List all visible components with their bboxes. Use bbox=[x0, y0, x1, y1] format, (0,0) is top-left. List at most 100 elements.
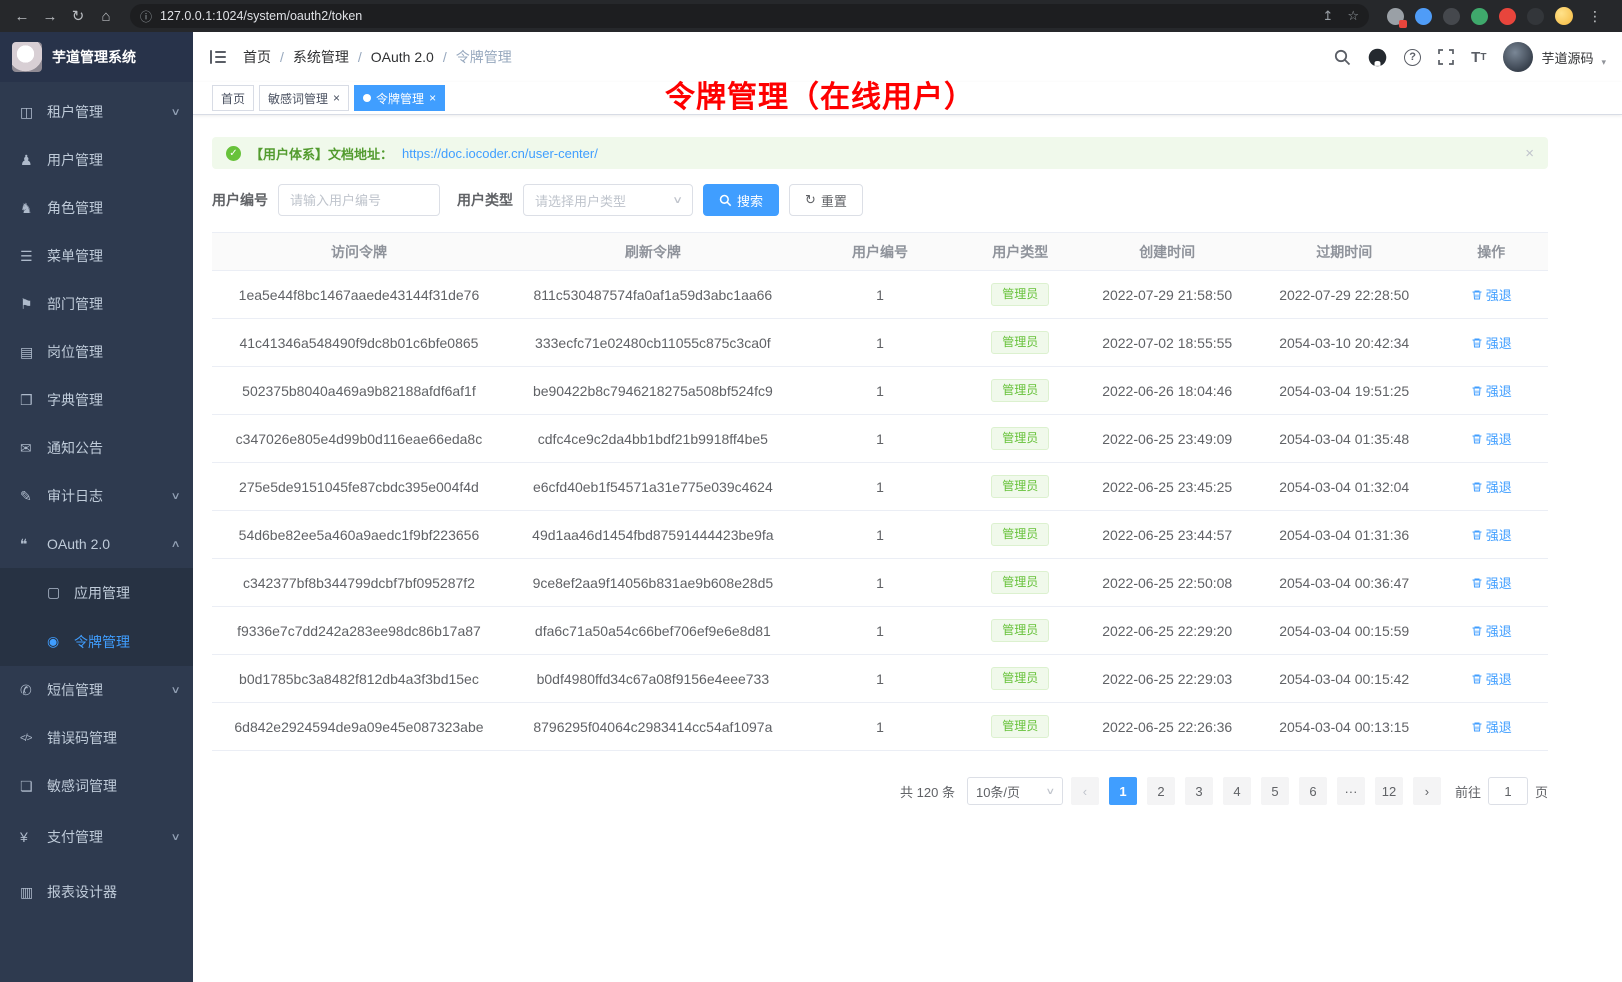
sidebar-item-menu[interactable]: ☰ 菜单管理 bbox=[0, 232, 193, 280]
chevron-up-icon: ∧ bbox=[170, 539, 180, 550]
search-button[interactable]: 搜索 bbox=[703, 184, 779, 216]
prev-page-button[interactable]: ‹ bbox=[1071, 777, 1099, 805]
fullscreen-icon[interactable] bbox=[1438, 49, 1454, 65]
page-content: ✓ 【用户体系】文档地址： https://doc.iocoder.cn/use… bbox=[193, 115, 1622, 805]
browser-menu-icon[interactable]: ⋮ bbox=[1584, 8, 1606, 25]
actions-cell: 强退 bbox=[1434, 559, 1548, 607]
tab-home[interactable]: 首页 bbox=[212, 85, 254, 111]
sidebar-item-sms[interactable]: ✆ 短信管理 ∨ bbox=[0, 666, 193, 714]
force-logout-button[interactable]: 强退 bbox=[1471, 717, 1512, 736]
user-type-cell: 管理员 bbox=[960, 559, 1080, 607]
force-logout-button[interactable]: 强退 bbox=[1471, 621, 1512, 640]
extension-puzzle-icon[interactable] bbox=[1499, 8, 1516, 25]
reset-button[interactable]: ↻ 重置 bbox=[789, 184, 863, 216]
force-logout-button[interactable]: 强退 bbox=[1471, 573, 1512, 592]
status-badge: 管理员 bbox=[991, 571, 1049, 593]
payment-icon: ¥ bbox=[20, 829, 42, 845]
force-logout-button[interactable]: 强退 bbox=[1471, 285, 1512, 304]
goto-page-input[interactable] bbox=[1488, 777, 1528, 805]
tab-label: 敏感词管理 bbox=[268, 90, 328, 107]
close-icon[interactable]: × bbox=[1525, 145, 1534, 162]
font-size-icon[interactable]: TT bbox=[1471, 49, 1486, 66]
breadcrumb-item[interactable]: 系统管理 bbox=[293, 47, 349, 67]
sidebar-collapse-icon[interactable] bbox=[209, 49, 227, 65]
table-row: 41c41346a548490f9dc8b01c6bfe0865 333ecfc… bbox=[212, 319, 1548, 367]
breadcrumb-item[interactable]: 首页 bbox=[243, 47, 271, 67]
github-icon[interactable] bbox=[1368, 48, 1387, 67]
user-id-cell: 1 bbox=[800, 271, 960, 319]
sidebar-item-oauth[interactable]: ❝ OAuth 2.0 ∧ bbox=[0, 520, 193, 568]
close-icon[interactable]: × bbox=[333, 92, 340, 104]
sidebar-item-payment[interactable]: ¥ 支付管理 ∨ bbox=[0, 813, 193, 861]
sidebar-item-app-management[interactable]: ▢ 应用管理 bbox=[0, 568, 193, 617]
page-button[interactable]: 12 bbox=[1375, 777, 1403, 805]
extension-icon[interactable] bbox=[1443, 8, 1460, 25]
user-id-input[interactable] bbox=[278, 184, 440, 216]
address-bar[interactable]: ⓘ 127.0.0.1:1024/system/oauth2/token ↥ ☆ bbox=[130, 4, 1369, 28]
search-icon[interactable] bbox=[1334, 49, 1351, 66]
sidebar-item-error-code[interactable]: </> 错误码管理 bbox=[0, 714, 193, 762]
notice-icon: ✉ bbox=[20, 440, 42, 457]
page-button[interactable]: 4 bbox=[1223, 777, 1251, 805]
browser-home-icon[interactable]: ⌂ bbox=[94, 4, 118, 28]
sidebar-item-label: 字典管理 bbox=[47, 390, 179, 410]
app-logo-bar[interactable]: 芋道管理系统 bbox=[0, 32, 193, 82]
extension-icon[interactable] bbox=[1471, 8, 1488, 25]
expires-cell: 2054-03-04 01:35:48 bbox=[1254, 415, 1434, 463]
doc-link[interactable]: https://doc.iocoder.cn/user-center/ bbox=[402, 146, 598, 161]
site-info-icon[interactable]: ⓘ bbox=[140, 8, 152, 25]
extension-icon[interactable] bbox=[1415, 8, 1432, 25]
pagination: 共 120 条 10条/页 ∨ ‹ 1 2 3 4 5 6 ··· 12 › bbox=[212, 777, 1548, 805]
browser-reload-icon[interactable]: ↻ bbox=[66, 4, 90, 28]
page-button[interactable]: 5 bbox=[1261, 777, 1289, 805]
sidebar-item-sensitive-word[interactable]: ❏ 敏感词管理 bbox=[0, 762, 193, 810]
tab-sensitive-word[interactable]: 敏感词管理 × bbox=[259, 85, 349, 111]
page-size-select[interactable]: 10条/页 ∨ bbox=[967, 777, 1063, 805]
sidebar-item-dept[interactable]: ⚑ 部门管理 bbox=[0, 280, 193, 328]
refresh-token-cell: 811c530487574fa0af1a59d3abc1aa66 bbox=[506, 271, 800, 319]
force-logout-button[interactable]: 强退 bbox=[1471, 381, 1512, 400]
actions-cell: 强退 bbox=[1434, 703, 1548, 751]
sidebar-item-report-designer[interactable]: ▥ 报表设计器 bbox=[0, 868, 193, 916]
sms-icon: ✆ bbox=[20, 682, 42, 699]
extension-icon[interactable] bbox=[1387, 8, 1404, 25]
breadcrumb-item[interactable]: OAuth 2.0 bbox=[371, 49, 434, 65]
sidebar-item-notice[interactable]: ✉ 通知公告 bbox=[0, 424, 193, 472]
page-button[interactable]: 2 bbox=[1147, 777, 1175, 805]
help-icon[interactable]: ? bbox=[1404, 49, 1421, 66]
share-icon[interactable]: ↥ bbox=[1322, 8, 1333, 24]
browser-back-icon[interactable]: ← bbox=[10, 4, 34, 28]
browser-forward-icon[interactable]: → bbox=[38, 4, 62, 28]
force-logout-button[interactable]: 强退 bbox=[1471, 429, 1512, 448]
menu-list-icon: ☰ bbox=[20, 248, 42, 265]
sidebar-item-label: 应用管理 bbox=[74, 583, 179, 603]
user-type-select[interactable]: 请选择用户类型 ∨ bbox=[523, 184, 693, 216]
more-pages-button[interactable]: ··· bbox=[1337, 777, 1365, 805]
next-page-button[interactable]: › bbox=[1413, 777, 1441, 805]
sidebar-item-tenant[interactable]: ◫ 租户管理 ∨ bbox=[0, 88, 193, 136]
force-logout-button[interactable]: 强退 bbox=[1471, 477, 1512, 496]
alert-text: 【用户体系】文档地址： bbox=[250, 144, 393, 163]
force-logout-button[interactable]: 强退 bbox=[1471, 525, 1512, 544]
force-logout-button[interactable]: 强退 bbox=[1471, 333, 1512, 352]
page-button[interactable]: 6 bbox=[1299, 777, 1327, 805]
close-icon[interactable]: × bbox=[429, 92, 436, 104]
sidebar-item-post[interactable]: ▤ 岗位管理 bbox=[0, 328, 193, 376]
sidebar-item-token-management[interactable]: ◉ 令牌管理 bbox=[0, 617, 193, 666]
access-token-cell: 1ea5e44f8bc1467aaede43144f31de76 bbox=[212, 271, 506, 319]
page-button[interactable]: 3 bbox=[1185, 777, 1213, 805]
page-button[interactable]: 1 bbox=[1109, 777, 1137, 805]
bookmark-star-icon[interactable]: ☆ bbox=[1347, 8, 1359, 24]
sidebar-item-audit-log[interactable]: ✎ 审计日志 ∨ bbox=[0, 472, 193, 520]
user-dropdown[interactable]: 芋道源码 ▾ bbox=[1503, 42, 1606, 72]
breadcrumb-current: 令牌管理 bbox=[456, 47, 512, 67]
tab-token-management[interactable]: 令牌管理 × bbox=[354, 85, 445, 111]
sidebar-item-role[interactable]: ♞ 角色管理 bbox=[0, 184, 193, 232]
sidebar-item-label: 部门管理 bbox=[47, 294, 179, 314]
browser-profile-avatar[interactable] bbox=[1555, 7, 1573, 25]
sidebar-item-dict[interactable]: ❒ 字典管理 bbox=[0, 376, 193, 424]
force-logout-button[interactable]: 强退 bbox=[1471, 669, 1512, 688]
sidebar-item-user[interactable]: ♟ 用户管理 bbox=[0, 136, 193, 184]
extension-icon[interactable] bbox=[1527, 8, 1544, 25]
url-text[interactable]: 127.0.0.1:1024/system/oauth2/token bbox=[160, 9, 1314, 23]
